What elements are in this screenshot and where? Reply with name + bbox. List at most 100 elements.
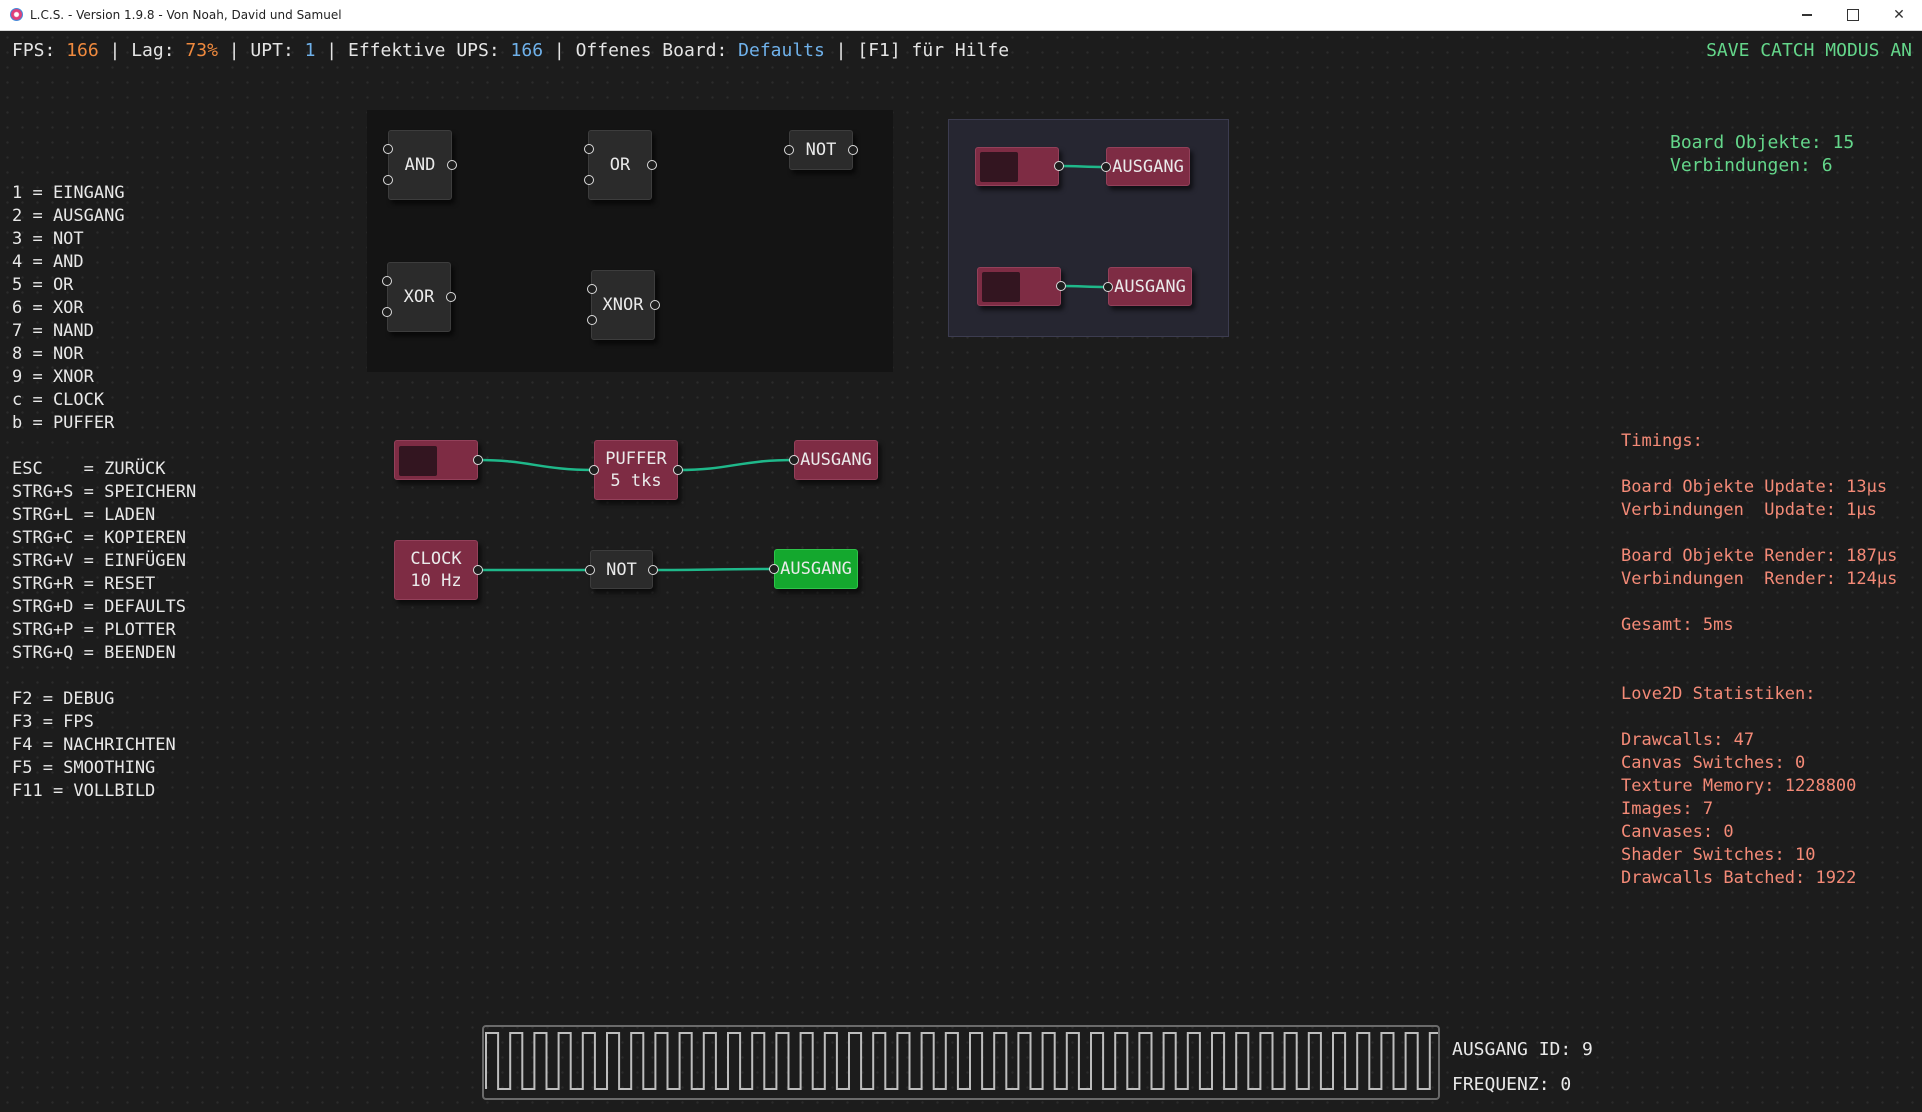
lag-label: | Lag: (98, 40, 186, 61)
xor-input-port[interactable] (382, 307, 392, 317)
key-help-line: c = CLOCK (12, 390, 105, 410)
input-switch[interactable] (977, 267, 1061, 306)
key-help-line: STRG+V = EINFÜGEN (12, 551, 186, 571)
timings-line: Verbindungen Update: 1µs (1621, 500, 1877, 520)
not-input-port[interactable] (585, 565, 595, 575)
and-gate-label: AND (404, 155, 436, 175)
output-input-port[interactable] (789, 455, 799, 465)
xor-output-port[interactable] (446, 292, 456, 302)
or-gate[interactable]: OR (588, 130, 652, 200)
output-node-active[interactable]: AUSGANG (774, 549, 858, 589)
or-output-port[interactable] (647, 160, 657, 170)
and-gate[interactable]: AND (388, 130, 452, 200)
output-label: AUSGANG (800, 450, 872, 470)
buffer-node[interactable]: PUFFER 5 tks (594, 440, 678, 500)
timings-line: Canvases: 0 (1621, 822, 1734, 842)
not-output-port[interactable] (848, 145, 858, 155)
not-gate-label: NOT (805, 140, 837, 160)
maximize-icon (1847, 9, 1859, 21)
xor-gate[interactable]: XOR (387, 262, 451, 332)
key-help-line: STRG+Q = BEENDEN (12, 643, 176, 663)
window-title: L.C.S. - Version 1.9.8 - Von Noah, David… (30, 8, 342, 22)
output-input-port[interactable] (769, 564, 779, 574)
switch-output-port[interactable] (1054, 161, 1064, 171)
close-icon: ✕ (1893, 7, 1905, 23)
output-input-port[interactable] (1101, 162, 1111, 172)
help-hint: | [F1] für Hilfe (824, 40, 1010, 61)
output-node[interactable]: AUSGANG (1106, 147, 1190, 186)
buffer-output-port[interactable] (673, 465, 683, 475)
xnor-input-port[interactable] (587, 284, 597, 294)
timings-line: Texture Memory: 1228800 (1621, 776, 1857, 796)
key-help-line: 7 = NAND (12, 321, 94, 341)
input-switch[interactable] (394, 440, 478, 480)
timings-line: Timings: (1621, 431, 1703, 451)
switch-toggle[interactable] (399, 446, 437, 476)
output-label: AUSGANG (1114, 276, 1186, 297)
ups-value: 166 (510, 40, 544, 61)
upt-label: | UPT: (217, 40, 305, 61)
key-help-line: F4 = NACHRICHTEN (12, 735, 176, 755)
minimize-icon (1802, 14, 1812, 16)
or-input-port[interactable] (584, 175, 594, 185)
switch-toggle[interactable] (980, 152, 1018, 182)
timings-line: Board Objekte Render: 187µs (1621, 546, 1898, 566)
switch-output-port[interactable] (473, 455, 483, 465)
and-input-port[interactable] (383, 175, 393, 185)
key-help-line: STRG+D = DEFAULTS (12, 597, 186, 617)
input-switch[interactable] (975, 147, 1059, 186)
xnor-gate-label: XNOR (602, 295, 644, 315)
close-button[interactable]: ✕ (1876, 0, 1922, 30)
output-label: AUSGANG (1112, 156, 1184, 177)
key-help-line: STRG+S = SPEICHERN (12, 482, 197, 502)
xnor-gate[interactable]: XNOR (591, 270, 655, 340)
key-help-line: 4 = AND (12, 252, 84, 272)
clock-frequency: 10 Hz (410, 571, 462, 591)
app-icon (10, 8, 23, 21)
timings-line: Drawcalls: 47 (1621, 730, 1755, 750)
ups-label: | Effektive UPS: (315, 40, 511, 61)
key-help-line: STRG+L = LADEN (12, 505, 156, 525)
timings-line (1621, 453, 1897, 476)
key-help-line: STRG+C = KOPIEREN (12, 528, 186, 548)
xnor-input-port[interactable] (587, 315, 597, 325)
timings-line (1621, 660, 1897, 683)
xor-gate-label: XOR (403, 287, 435, 307)
maximize-button[interactable] (1830, 0, 1876, 30)
timings-panel: Timings: Board Objekte Update: 13µs Verbin… (1621, 430, 1897, 890)
and-output-port[interactable] (447, 160, 457, 170)
switch-toggle[interactable] (982, 272, 1020, 302)
key-help-line: 6 = XOR (12, 298, 84, 318)
output-label: AUSGANG (780, 559, 852, 579)
clock-output-port[interactable] (473, 565, 483, 575)
or-input-port[interactable] (584, 144, 594, 154)
not-output-port[interactable] (648, 565, 658, 575)
xor-input-port[interactable] (382, 276, 392, 286)
timings-line (1621, 706, 1897, 729)
clock-node[interactable]: CLOCK 10 Hz (394, 540, 478, 600)
and-input-port[interactable] (383, 144, 393, 154)
minimize-button[interactable] (1784, 0, 1830, 30)
wire (677, 458, 795, 472)
lag-value: 73% (185, 40, 218, 61)
output-node[interactable]: AUSGANG (1108, 267, 1192, 306)
buffer-ticks: 5 tks (610, 471, 662, 491)
key-help-line: 2 = AUSGANG (12, 206, 125, 226)
not-gate[interactable]: NOT (590, 550, 653, 589)
upt-value: 1 (304, 40, 316, 61)
key-help-line: 1 = EINGANG (12, 183, 125, 203)
buffer-input-port[interactable] (589, 465, 599, 475)
output-input-port[interactable] (1103, 282, 1113, 292)
output-node[interactable]: AUSGANG (794, 440, 878, 480)
plotter-panel[interactable] (482, 1025, 1454, 1100)
board-stats: Board Objekte: 15 Verbindungen: 6 (1670, 131, 1854, 177)
timings-line: Drawcalls Batched: 1922 (1621, 868, 1857, 888)
timings-line: Board Objekte Update: 13µs (1621, 477, 1888, 497)
not-gate-label: NOT (606, 559, 637, 580)
timings-line (1621, 522, 1897, 545)
not-input-port[interactable] (784, 145, 794, 155)
switch-output-port[interactable] (1056, 281, 1066, 291)
xnor-output-port[interactable] (650, 300, 660, 310)
save-catch-indicator: SAVE CATCH MODUS AN (1706, 40, 1912, 61)
not-gate[interactable]: NOT (789, 130, 853, 170)
